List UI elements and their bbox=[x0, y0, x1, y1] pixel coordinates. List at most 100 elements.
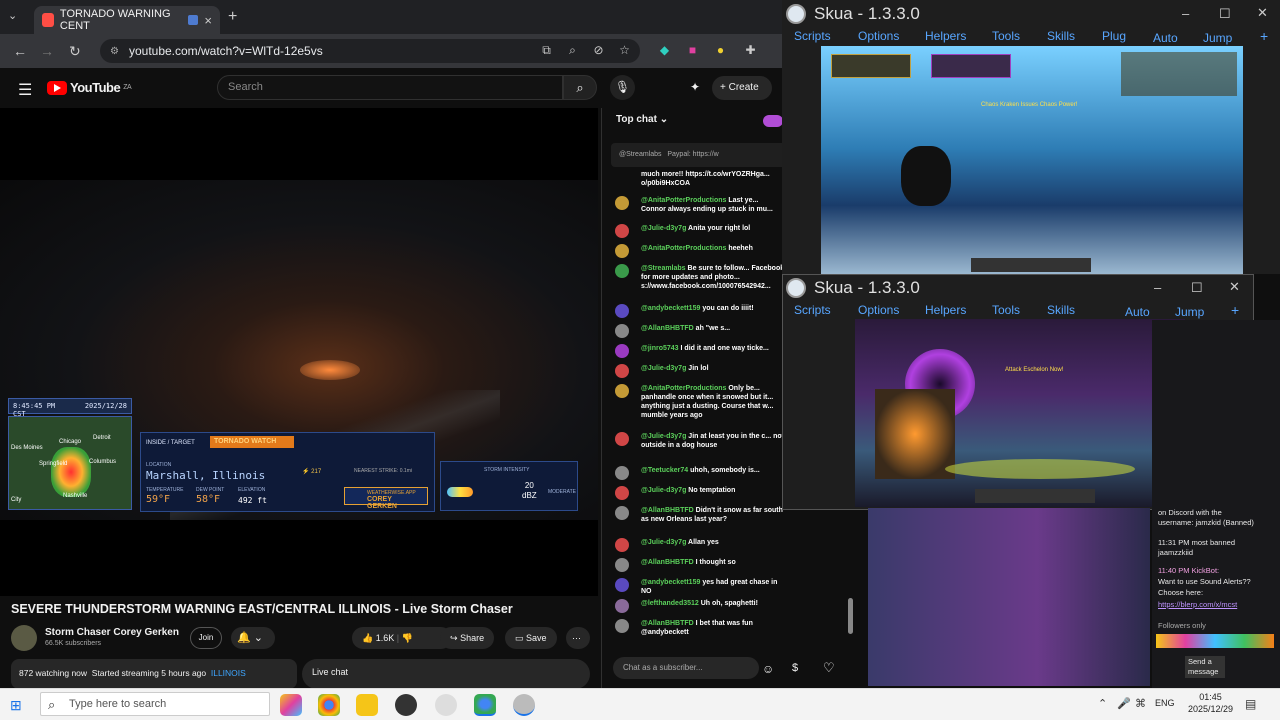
chat-avatar[interactable] bbox=[615, 384, 629, 398]
chat-avatar[interactable] bbox=[615, 538, 629, 552]
forward-icon[interactable]: → bbox=[40, 43, 54, 59]
chat-avatar[interactable] bbox=[615, 486, 629, 500]
join-button[interactable]: Join bbox=[190, 627, 222, 649]
skua2-menu-helpers[interactable]: Helpers bbox=[925, 303, 966, 317]
youtube-logo[interactable]: YouTube ZA bbox=[47, 80, 132, 95]
close-tab-icon[interactable]: × bbox=[204, 13, 212, 28]
chat-author[interactable]: @Julie-d3y7g bbox=[641, 433, 686, 440]
chat-author[interactable]: @AnitaPotterProductions bbox=[641, 385, 726, 392]
chat-avatar[interactable] bbox=[615, 196, 629, 210]
chat-author[interactable]: @AllanBHBTFD bbox=[641, 559, 694, 566]
chat-author[interactable]: @AllanBHBTFD bbox=[641, 620, 694, 627]
chat-mode-dropdown[interactable]: Top chat ⌄ bbox=[616, 114, 668, 125]
skua1-menu-plug[interactable]: Plug bbox=[1102, 29, 1126, 43]
reload-icon[interactable]: ↻ bbox=[69, 43, 81, 60]
chat-avatar[interactable] bbox=[615, 264, 629, 278]
tray-chevron-icon[interactable]: ⌃ bbox=[1098, 697, 1107, 710]
notification-icon[interactable]: ▤ bbox=[1245, 697, 1256, 711]
chat-avatar[interactable] bbox=[615, 432, 629, 446]
description-box[interactable]: 872 watching now Started streaming 5 hou… bbox=[11, 659, 297, 689]
new-tab-icon[interactable]: + bbox=[228, 8, 237, 26]
chat-avatar[interactable] bbox=[615, 466, 629, 480]
chat-input[interactable]: Chat as a subscriber... bbox=[613, 657, 759, 679]
skua2-menu-scripts[interactable]: Scripts bbox=[794, 303, 831, 317]
chat-toggle[interactable] bbox=[763, 115, 783, 127]
heart-icon[interactable]: ♡ bbox=[823, 660, 835, 676]
hashtag[interactable]: ILLINOIS bbox=[211, 668, 246, 678]
windows-start-icon[interactable]: ⊞ bbox=[10, 697, 22, 714]
save-button[interactable]: ▭ Save bbox=[505, 627, 557, 649]
chat-author[interactable]: @Julie-d3y7g bbox=[641, 539, 686, 546]
minimize-icon[interactable]: – bbox=[1154, 280, 1161, 295]
network-icon[interactable]: ⌘ bbox=[1135, 697, 1146, 710]
skua2-add-icon[interactable]: + bbox=[1231, 302, 1239, 318]
app-icon[interactable] bbox=[435, 694, 457, 716]
skua1-menu-options[interactable]: Options bbox=[858, 29, 899, 43]
tab-search-icon[interactable]: ⌄ bbox=[8, 9, 17, 22]
chat-avatar[interactable] bbox=[615, 364, 629, 378]
chat-avatar[interactable] bbox=[615, 558, 629, 572]
chat-scrollbar[interactable] bbox=[848, 598, 853, 634]
skua2-menu-jump[interactable]: Jump bbox=[1175, 305, 1204, 319]
url-field[interactable]: ⚙ youtube.com/watch?v=WlTd-12e5vs bbox=[100, 39, 640, 63]
skua1-menu-scripts[interactable]: Scripts bbox=[794, 29, 831, 43]
chrome-icon[interactable] bbox=[318, 694, 340, 716]
chat-author[interactable]: @jinro5743 bbox=[641, 345, 679, 352]
emote-row[interactable] bbox=[1156, 634, 1274, 648]
taskbar-search-input[interactable]: Type here to search bbox=[40, 692, 270, 716]
skua2-menu-auto[interactable]: Auto bbox=[1125, 305, 1150, 319]
skua1-menu-auto[interactable]: Auto bbox=[1153, 31, 1178, 45]
clock[interactable]: 01:45 2025/12/29 bbox=[1188, 691, 1233, 715]
twitch-chat-input[interactable]: Send a message bbox=[1185, 656, 1225, 678]
share-button[interactable]: ↪ Share bbox=[440, 627, 495, 649]
chat-author[interactable]: @Julie-d3y7g bbox=[641, 487, 686, 494]
extensions-puzzle-icon[interactable]: ✚ bbox=[744, 44, 757, 57]
hide-icon[interactable]: ⊘ bbox=[592, 44, 605, 57]
skua1-menu-jump[interactable]: Jump bbox=[1203, 31, 1232, 45]
file-explorer-icon[interactable] bbox=[356, 694, 378, 716]
back-icon[interactable]: ← bbox=[13, 43, 27, 59]
chat-author[interactable]: @AllanBHBTFD bbox=[641, 325, 694, 332]
thumbs-down-icon[interactable]: 👎 bbox=[402, 633, 413, 643]
bookmark-star-icon[interactable]: ☆ bbox=[618, 44, 631, 57]
chat-author[interactable]: @andybeckett159 bbox=[641, 579, 700, 586]
chat-author[interactable]: @AnitaPotterProductions bbox=[641, 245, 726, 252]
channel-avatar[interactable] bbox=[11, 625, 37, 651]
chat-avatar[interactable] bbox=[615, 578, 629, 592]
search-icon[interactable]: ⌕ bbox=[563, 75, 597, 100]
skua-taskbar-icon[interactable] bbox=[513, 694, 535, 716]
skua2-menu-options[interactable]: Options bbox=[858, 303, 899, 317]
channel-name[interactable]: Storm Chaser Corey Gerken bbox=[45, 627, 179, 638]
maximize-icon[interactable]: ☐ bbox=[1219, 6, 1231, 22]
extension-1-icon[interactable]: ◆ bbox=[658, 44, 671, 57]
skua1-menu-skills[interactable]: Skills bbox=[1047, 29, 1075, 43]
extension-3-icon[interactable]: ● bbox=[714, 44, 727, 57]
chat-avatar[interactable] bbox=[615, 599, 629, 613]
game-view-2[interactable]: Attack Eschelon Now! bbox=[855, 319, 1185, 507]
chrome-active-icon[interactable] bbox=[474, 694, 496, 716]
chat-author[interactable]: @AnitaPotterProductions bbox=[641, 197, 726, 204]
maximize-icon[interactable]: ☐ bbox=[1191, 280, 1203, 296]
more-actions-icon[interactable]: ⋯ bbox=[566, 627, 590, 649]
chat-author[interactable]: @Julie-d3y7g bbox=[641, 225, 686, 232]
emoji-icon[interactable]: ☺ bbox=[762, 662, 774, 676]
app-icon[interactable] bbox=[395, 694, 417, 716]
skua1-menu-tools[interactable]: Tools bbox=[992, 29, 1020, 43]
microphone-icon[interactable]: 🎙 bbox=[610, 75, 635, 100]
twitch-link[interactable]: https://blerp.com/x/mcst bbox=[1158, 600, 1276, 610]
skua2-menu-skills[interactable]: Skills bbox=[1047, 303, 1075, 317]
game-view-1[interactable]: Chaos Kraken Issues Chaos Power! bbox=[821, 46, 1243, 274]
minimize-icon[interactable]: – bbox=[1182, 6, 1189, 21]
chat-author[interactable]: @Streamlabs bbox=[641, 265, 686, 272]
subscribe-bell-button[interactable]: 🔔 ⌄ bbox=[231, 627, 275, 649]
chat-avatar[interactable] bbox=[615, 324, 629, 338]
chat-avatar[interactable] bbox=[615, 619, 629, 633]
copilot-icon[interactable] bbox=[280, 694, 302, 716]
menu-icon[interactable]: ☰ bbox=[18, 80, 32, 100]
microphone-icon[interactable]: 🎤 bbox=[1117, 697, 1131, 710]
chat-avatar[interactable] bbox=[615, 224, 629, 238]
chat-avatar[interactable] bbox=[615, 244, 629, 258]
chat-author[interactable]: @Julie-d3y7g bbox=[641, 365, 686, 372]
skua2-menu-tools[interactable]: Tools bbox=[992, 303, 1020, 317]
skua1-add-icon[interactable]: + bbox=[1260, 28, 1268, 44]
